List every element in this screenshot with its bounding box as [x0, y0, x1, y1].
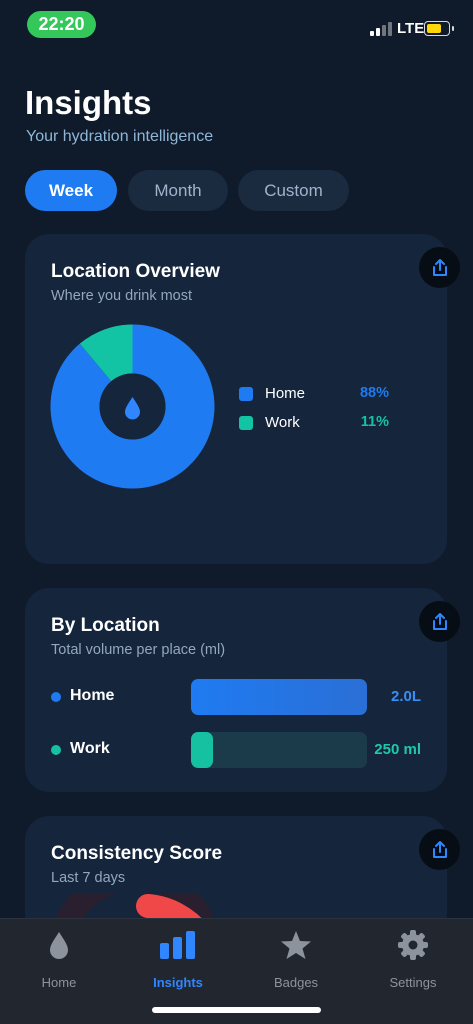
legend-swatch: [239, 416, 253, 430]
tab-bar-settings[interactable]: Settings: [363, 929, 463, 990]
tab-bar-badges[interactable]: Badges: [246, 929, 346, 990]
battery-icon: [424, 21, 454, 36]
location-value: 2.0L: [390, 688, 421, 705]
insights-screen: 22:20 LTE Insights Your hydration intell…: [0, 0, 473, 1024]
location-value: 250 ml: [374, 741, 421, 758]
legend-item-work: Work 11%: [239, 413, 389, 433]
share-button[interactable]: [419, 829, 460, 870]
bar-chart-icon: [160, 931, 195, 959]
tab-bar-home[interactable]: Home: [9, 929, 109, 990]
location-donut-chart: [50, 324, 215, 489]
location-bar: [191, 679, 367, 715]
location-bar-fill: [191, 732, 213, 768]
signal-icon: [370, 22, 392, 36]
share-icon: [432, 840, 447, 858]
network-label: LTE: [397, 20, 425, 37]
page-subtitle: Your hydration intelligence: [26, 128, 214, 145]
legend-value: 88%: [359, 385, 389, 401]
location-bar: [191, 732, 367, 768]
page-title: Insights: [25, 84, 152, 121]
location-overview-title: Location Overview: [51, 261, 220, 282]
location-row-home: Home 2.0L: [51, 679, 421, 715]
location-overview-card: Location Overview Where you drink most H…: [25, 234, 447, 564]
share-icon: [432, 612, 447, 630]
star-icon: [281, 931, 311, 959]
legend-label: Work: [265, 414, 300, 431]
location-bar-fill: [191, 679, 367, 715]
location-overview-subtitle: Where you drink most: [51, 288, 193, 304]
legend-label: Home: [265, 385, 306, 402]
legend-item-home: Home 88%: [239, 384, 389, 404]
tab-week[interactable]: Week: [25, 170, 117, 211]
home-indicator: [152, 1007, 321, 1013]
tab-bar-label: Badges: [273, 975, 319, 990]
location-dot: [51, 692, 61, 702]
legend-swatch: [239, 387, 253, 401]
tab-month[interactable]: Month: [128, 170, 228, 211]
share-icon: [432, 258, 447, 276]
legend-value: 11%: [360, 414, 389, 430]
by-location-subtitle: Total volume per place (ml): [51, 642, 226, 658]
tab-bar-insights[interactable]: Insights: [128, 929, 228, 990]
tab-bar-label: Settings: [389, 975, 437, 990]
location-dot: [51, 745, 61, 755]
location-row-work: Work 250 ml: [51, 732, 421, 768]
location-label: Work: [70, 740, 110, 757]
consistency-title: Consistency Score: [51, 843, 223, 864]
consistency-subtitle: Last 7 days: [51, 870, 126, 886]
share-button[interactable]: [419, 601, 460, 642]
status-time: 22:20: [27, 11, 96, 38]
share-button[interactable]: [419, 247, 460, 288]
tab-bar-label: Insights: [153, 975, 203, 990]
location-label: Home: [70, 687, 115, 704]
water-drop-icon: [50, 932, 68, 959]
tab-bar-label: Home: [41, 975, 77, 990]
gear-icon: [398, 930, 428, 960]
by-location-card: By Location Total volume per place (ml) …: [25, 588, 447, 792]
status-bar: 22:20 LTE: [0, 0, 473, 50]
by-location-title: By Location: [51, 615, 160, 636]
tab-custom[interactable]: Custom: [238, 170, 349, 211]
